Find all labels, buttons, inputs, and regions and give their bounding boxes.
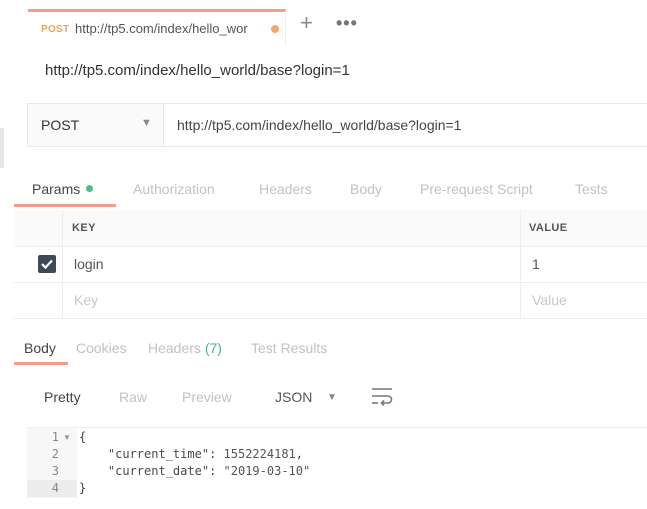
json-key: "current_time" [107,447,210,461]
code-line: "current_date": "2019-03-10" [107,464,311,478]
params-active-dot-icon [86,184,94,192]
tab-response-body[interactable]: Body [24,340,56,356]
code-line: "current_time": 1552224181, [107,447,303,461]
url-input-value: http://tp5.com/index/hello_world/base?lo… [177,117,462,133]
response-tabs: Body Cookies Headers (7) Test Results [14,330,647,366]
tab-response-headers[interactable]: Headers (7) [148,340,222,356]
param-value[interactable]: 1 [532,256,540,272]
json-value: "2019-03-10" [223,464,311,478]
response-body-editor[interactable]: 1 ▼ 2 3 4 { "current_time": 1552224181, … [27,427,647,498]
param-key[interactable]: login [74,256,104,272]
unsaved-dot-icon [271,25,279,33]
tab-body[interactable]: Body [350,181,382,197]
line-number: 4 [51,481,59,495]
json-value: 1552224181 [223,447,296,461]
table-row: login 1 [14,246,647,283]
wrap-lines-icon[interactable] [371,386,393,411]
tab-tests[interactable]: Tests [575,181,608,197]
more-icon[interactable]: ••• [336,12,358,34]
tab-headers[interactable]: Headers [259,181,312,197]
param-value-placeholder[interactable]: Value [532,292,567,308]
new-tab-button[interactable]: + [300,12,313,34]
tab-cookies[interactable]: Cookies [76,340,127,356]
line-number: 1 [51,430,59,444]
tab-test-results[interactable]: Test Results [251,340,327,356]
request-title: http://tp5.com/index/hello_world/base?lo… [45,62,350,79]
active-tab-underline [14,362,68,365]
pretty-button[interactable]: Pretty [44,389,81,405]
request-tab-url: http://tp5.com/index/hello_wor [75,21,248,36]
tab-params[interactable]: Params [32,181,94,197]
fold-arrow-icon[interactable]: ▼ [63,433,71,442]
line-number: 2 [51,447,59,461]
checkbox-icon[interactable] [38,255,56,273]
line-number: 3 [51,464,59,478]
request-tab[interactable]: POST http://tp5.com/index/hello_wor [28,9,286,45]
tab-response-headers-label: Headers [148,340,201,356]
chevron-down-icon[interactable]: ▼ [327,392,337,403]
method-select-value: POST [41,117,80,133]
tab-params-label: Params [32,181,81,197]
chevron-down-icon: ▼ [141,117,152,129]
preview-button[interactable]: Preview [182,389,232,405]
raw-button[interactable]: Raw [119,389,147,405]
request-tab-method: POST [41,24,70,35]
active-tab-underline [14,204,116,207]
value-column-header: VALUE [529,222,568,234]
tab-pre-request-script[interactable]: Pre-request Script [420,181,533,197]
headers-count-badge: (7) [204,340,222,356]
format-select[interactable]: JSON [275,389,312,405]
tab-authorization[interactable]: Authorization [133,181,215,197]
code-line: } [79,481,87,495]
request-tabs: Params Authorization Headers Body Pre-re… [14,170,647,211]
key-column-header: KEY [72,222,96,234]
scrollbar[interactable] [0,128,4,168]
table-row-new: Key Value [14,282,647,319]
url-input[interactable]: http://tp5.com/index/hello_world/base?lo… [164,103,647,147]
params-table-header: KEY VALUE [14,210,647,247]
method-select[interactable]: POST ▼ [27,103,164,147]
json-key: "current_date" [107,464,210,478]
param-key-placeholder[interactable]: Key [74,292,98,308]
code-line: { [79,430,87,444]
